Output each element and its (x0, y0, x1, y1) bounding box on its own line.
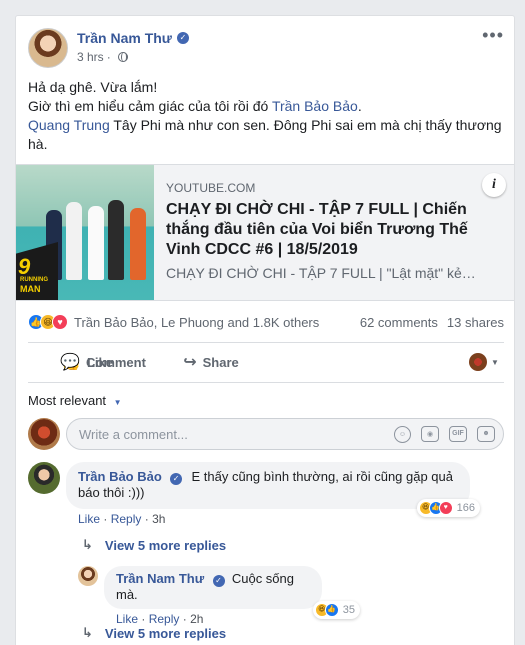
preview-title[interactable]: CHẠY ĐI CHỜ CHI - TẬP 7 FULL | Chiến thắ… (166, 200, 504, 260)
post-as-selector[interactable]: ▼ (464, 346, 504, 378)
reaction-names[interactable]: Trần Bảo Bảo, Le Phuong and 1.8K others (74, 315, 319, 330)
reply-like-link[interactable]: Like (116, 612, 138, 626)
post-card: Trần Nam Thư ✓ 3 hrs · ••• Hả dạ ghê. Vừ… (15, 15, 515, 645)
post-timestamp[interactable]: 3 hrs (77, 50, 104, 64)
verified-badge-icon: ✓ (170, 473, 183, 485)
camera-icon[interactable]: ◉ (421, 425, 439, 442)
speech-bubble-icon: 💬 (60, 354, 80, 371)
thumb-figure (108, 200, 124, 280)
chevron-down-icon: ▼ (491, 357, 499, 367)
reply-arrow-icon: ↳ (82, 537, 93, 552)
comment-time[interactable]: 3h (152, 512, 165, 526)
viewer-avatar (28, 418, 60, 450)
verified-badge-icon: ✓ (176, 32, 189, 44)
reply-bubble: Trần Nam Thư ✓ Cuộc sống mà. 😆 👍 35 (104, 566, 360, 619)
chevron-down-icon: ▼ (113, 398, 122, 407)
comment-bubble: Trần Bảo Bảo ✓ E thấy cũng bình thường, … (66, 462, 480, 517)
comment-actions: Like · Reply · 3h (78, 512, 166, 526)
comment-button[interactable]: 💬 Comment (28, 346, 178, 378)
comment: Trần Bảo Bảo ✓ E thấy cũng bình thường, … (28, 462, 480, 526)
gif-icon[interactable]: GIF (449, 425, 467, 442)
video-thumbnail[interactable]: 9 RUNNING MAN (16, 165, 154, 300)
commenter-name[interactable]: Trần Bảo Bảo (78, 469, 162, 484)
comment-like-link[interactable]: Like (78, 512, 100, 526)
running-man-logo-text: RUNNING MAN (20, 277, 48, 294)
comment-input-wrap[interactable]: ☺ ◉ GIF ☻ (66, 418, 504, 450)
post-line-1: Hả dạ ghê. Vừa lắm! (28, 79, 158, 95)
divider (28, 342, 504, 343)
reply-comment: Trần Nam Thư ✓ Cuộc sống mà. 😆 👍 35 Like… (78, 566, 360, 626)
preview-domain: YOUTUBE.COM (166, 181, 256, 195)
comment-reactions[interactable]: 😆 👍 ♥ 166 (416, 499, 480, 517)
comments-count[interactable]: 62 comments (360, 315, 438, 330)
view-more-replies-link[interactable]: ↳ View 5 more replies (82, 625, 226, 641)
post-line-2: Giờ thì em hiểu cảm giác của tôi rồi đó … (28, 98, 362, 114)
post-header: Trần Nam Thư ✓ 3 hrs · (28, 28, 189, 68)
emoji-icon[interactable]: ☺ (394, 425, 411, 443)
tag-tran-bao-bao[interactable]: Trần Bảo Bảo (272, 98, 358, 114)
reply-time[interactable]: 2h (190, 612, 203, 626)
reply-arrow-icon: ↳ (82, 625, 93, 640)
love-reaction-icon: ♥ (438, 501, 453, 515)
verified-badge-icon: ✓ (212, 575, 225, 587)
replier-avatar[interactable] (78, 566, 98, 586)
action-bar: 👍 Like 💬 Comment ↪ Share ▼ (28, 346, 504, 378)
replier-name[interactable]: Trần Nam Thư (116, 571, 204, 586)
post-text: Hả dạ ghê. Vừa lắm! Giờ thì em hiểu cảm … (28, 78, 504, 154)
meta-dot: · (106, 50, 111, 64)
reply-actions: Like · Reply · 2h (116, 612, 204, 626)
comment-reply-link[interactable]: Reply (111, 512, 142, 526)
commenter-avatar[interactable] (28, 462, 60, 494)
selector-avatar (469, 353, 488, 371)
comment-sort-dropdown[interactable]: Most relevant ▼ (28, 393, 122, 408)
thumb-figure (66, 202, 82, 280)
thumb-figure (88, 206, 104, 280)
tag-quang-trung[interactable]: Quang Trung (28, 117, 110, 133)
preview-description: CHẠY ĐI CHỜ CHI - TẬP 7 FULL | "Lật mặt"… (166, 265, 476, 281)
view-more-replies-link[interactable]: ↳ View 5 more replies (82, 537, 226, 553)
reply-reactions[interactable]: 😆 👍 35 (312, 601, 360, 619)
info-icon[interactable]: i (482, 173, 506, 197)
sticker-icon[interactable]: ☻ (477, 425, 495, 442)
reaction-summary: 👍 😆 ♥ Trần Bảo Bảo, Le Phuong and 1.8K o… (28, 312, 504, 332)
link-preview[interactable]: 9 RUNNING MAN YOUTUBE.COM CHẠY ĐI CHỜ CHI… (16, 164, 514, 301)
post-line-3: Quang Trung Tây Phi mà như con sen. Đông… (28, 117, 502, 152)
divider (28, 382, 504, 383)
thumb-figure (130, 208, 146, 280)
reply-reply-link[interactable]: Reply (149, 612, 180, 626)
comment-composer: ☺ ◉ GIF ☻ (28, 418, 504, 450)
author-avatar[interactable] (28, 28, 68, 68)
globe-icon[interactable] (117, 52, 128, 62)
author-name[interactable]: Trần Nam Thư (77, 30, 172, 46)
shares-count[interactable]: 13 shares (447, 315, 504, 330)
post-options-icon[interactable]: ••• (482, 26, 504, 44)
love-reaction-icon[interactable]: ♥ (52, 314, 68, 330)
comment-input[interactable] (79, 426, 394, 442)
share-arrow-icon: ↪ (183, 354, 197, 371)
like-reaction-icon: 👍 (324, 603, 339, 617)
